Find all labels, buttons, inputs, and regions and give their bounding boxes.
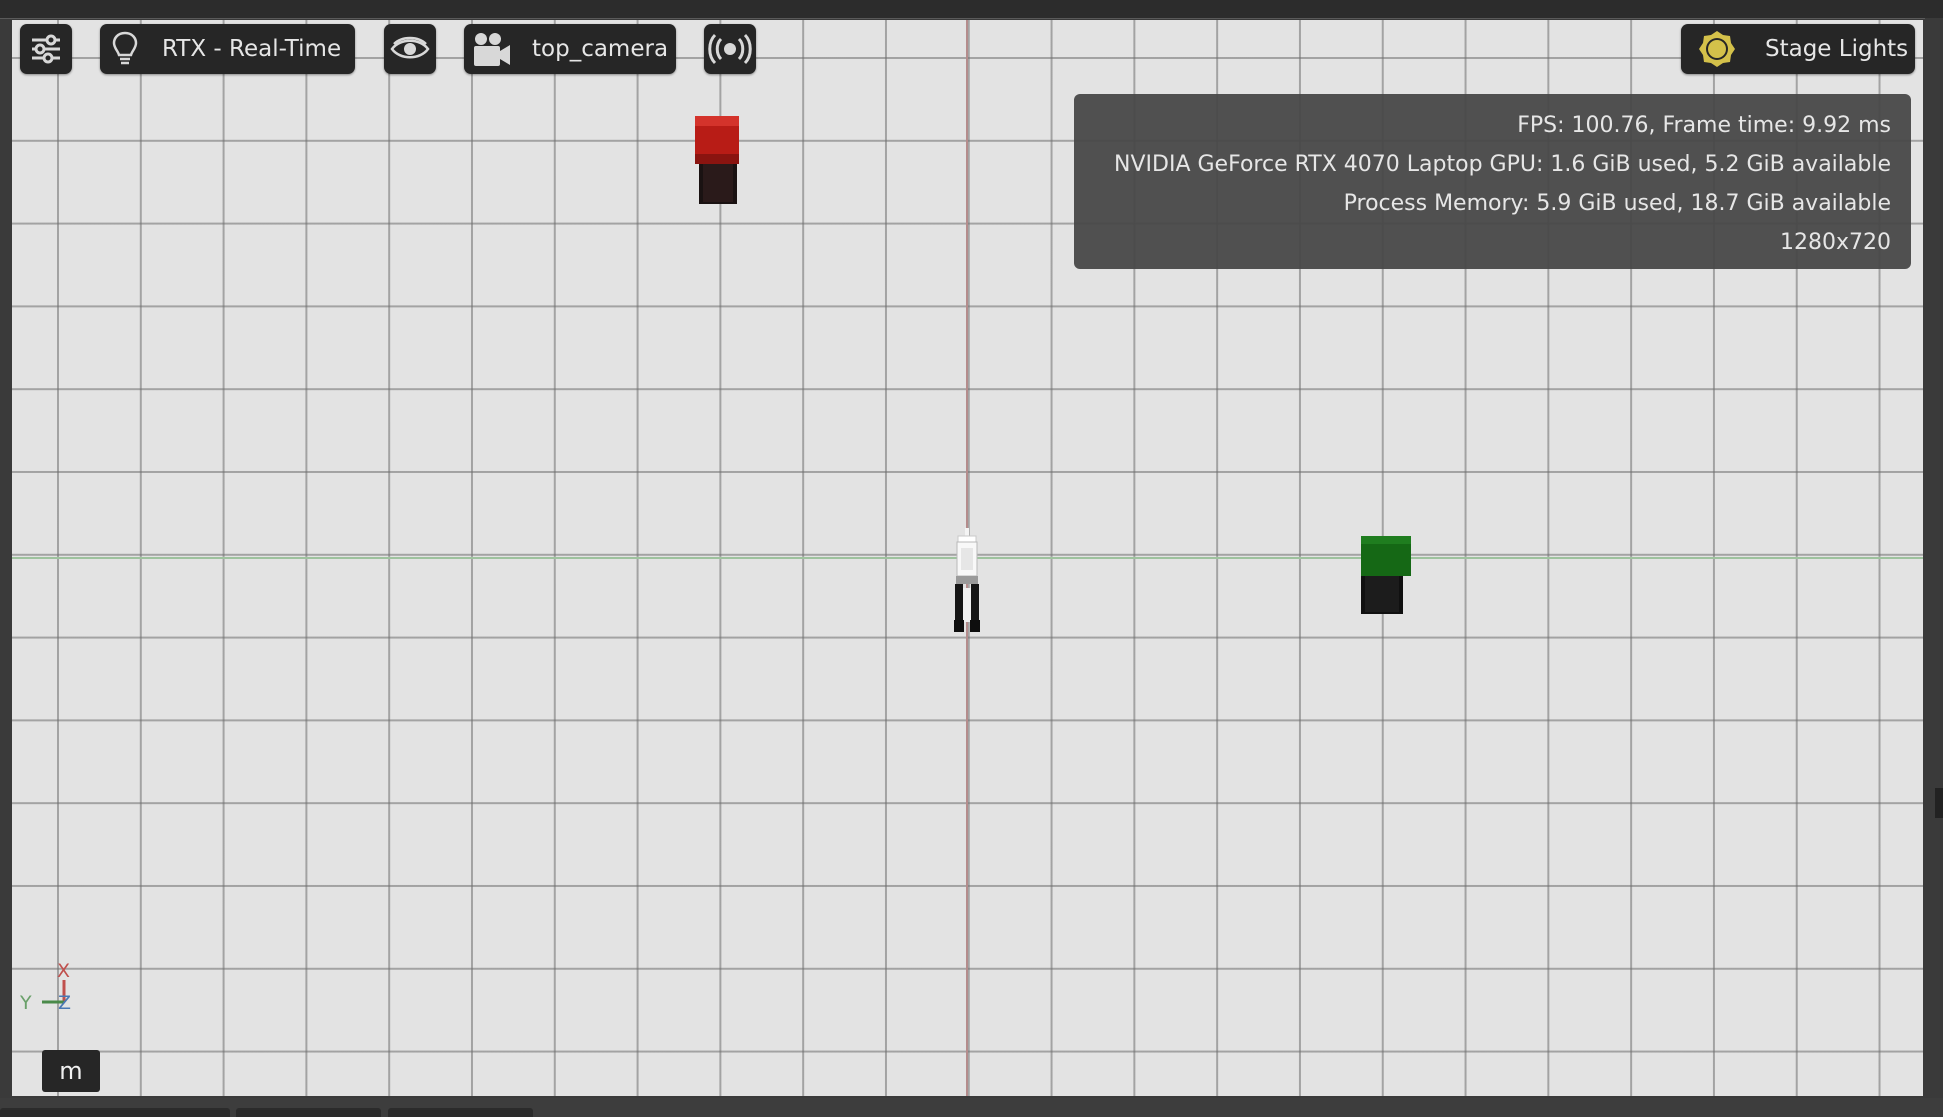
bottom-tab[interactable] <box>236 1108 381 1117</box>
renderer-button[interactable]: RTX - Real-Time <box>100 24 355 74</box>
broadcast-icon <box>708 32 752 66</box>
movie-camera-icon <box>470 29 512 69</box>
gizmo-z-label: Z <box>58 992 71 1014</box>
green-cube[interactable] <box>1359 534 1417 616</box>
settings-button[interactable] <box>20 24 72 74</box>
red-cube[interactable] <box>693 114 743 206</box>
renderer-label: RTX - Real-Time <box>162 36 342 62</box>
process-memory-stat: Process Memory: 5.9 GiB used, 18.7 GiB a… <box>1343 191 1891 216</box>
lightbulb-icon <box>110 30 140 68</box>
gizmo-y-label: Y <box>19 992 32 1014</box>
scrollbar-handle[interactable] <box>1935 788 1943 818</box>
axis-gizmo: X Y Z <box>18 960 98 1040</box>
sliders-icon <box>29 32 63 66</box>
visibility-button[interactable] <box>384 24 436 74</box>
window-top-bar <box>0 0 1943 19</box>
resolution-stat: 1280x720 <box>1780 230 1891 255</box>
bottom-tab[interactable] <box>388 1108 533 1117</box>
robot[interactable] <box>950 528 984 642</box>
performance-stats-overlay: FPS: 100.76, Frame time: 9.92 ms NVIDIA … <box>1074 94 1911 269</box>
window-right-edge <box>1925 18 1943 1098</box>
stage-lights-label: Stage Lights <box>1765 36 1909 62</box>
stage-lights-button[interactable]: Stage Lights <box>1681 24 1915 74</box>
eye-icon <box>390 34 430 64</box>
camera-label: top_camera <box>532 36 669 62</box>
sun-icon <box>1697 29 1737 69</box>
fps-stat: FPS: 100.76, Frame time: 9.92 ms <box>1517 113 1891 138</box>
gpu-memory-stat: NVIDIA GeForce RTX 4070 Laptop GPU: 1.6 … <box>1114 152 1891 177</box>
unit-button[interactable]: m <box>42 1050 100 1092</box>
viewport[interactable]: FPS: 100.76, Frame time: 9.92 ms NVIDIA … <box>12 20 1923 1096</box>
sensor-button[interactable] <box>704 24 756 74</box>
gizmo-x-label: X <box>57 960 70 982</box>
camera-button[interactable]: top_camera <box>464 24 676 74</box>
bottom-tab[interactable] <box>0 1108 230 1117</box>
window-bottom-bar <box>0 1098 1943 1117</box>
